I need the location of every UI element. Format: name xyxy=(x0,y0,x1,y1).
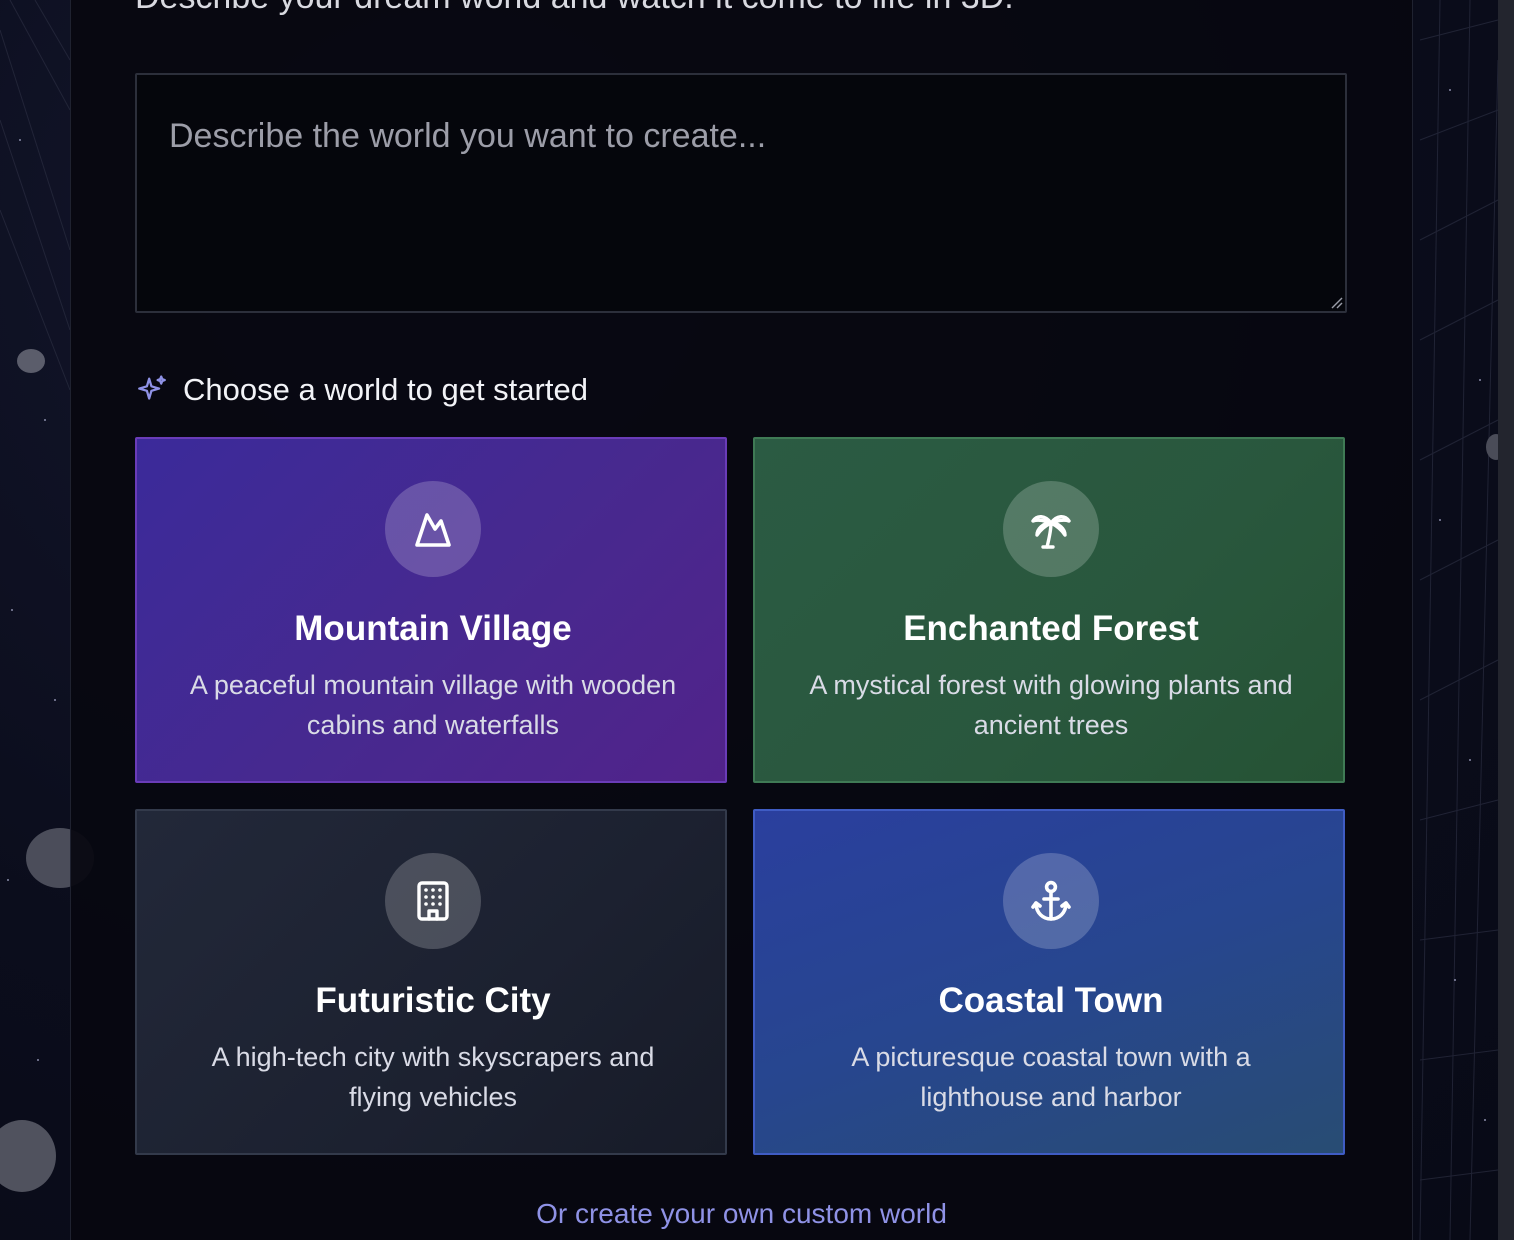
world-card-title: Futuristic City xyxy=(315,981,551,1020)
custom-world-link[interactable]: Or create your own custom world xyxy=(71,1198,1412,1230)
main-panel: Describe your dream world and watch it c… xyxy=(70,0,1413,1240)
section-title: Choose a world to get started xyxy=(183,372,588,407)
world-card-enchanted-forest[interactable]: Enchanted Forest A mystical forest with … xyxy=(753,437,1345,783)
building-icon xyxy=(417,881,449,921)
world-card-futuristic-city[interactable]: Futuristic City A high-tech city with sk… xyxy=(135,809,727,1155)
world-card-coastal-town[interactable]: Coastal Town A picturesque coastal town … xyxy=(753,809,1345,1155)
scrollbar-track[interactable] xyxy=(1498,0,1514,1240)
resize-handle-icon[interactable] xyxy=(1329,295,1343,309)
icon-badge xyxy=(385,853,481,949)
anchor-icon xyxy=(1031,880,1071,921)
mountain-icon xyxy=(415,513,451,547)
world-card-description: A peaceful mountain village with wooden … xyxy=(189,670,677,740)
palm-tree-icon xyxy=(1031,515,1071,549)
icon-badge xyxy=(385,481,481,577)
world-card-title: Enchanted Forest xyxy=(903,609,1199,648)
world-card-title: Mountain Village xyxy=(294,609,572,648)
world-card-title: Coastal Town xyxy=(938,981,1164,1020)
world-prompt-field[interactable] xyxy=(135,73,1347,313)
world-card-description: A mystical forest with glowing plants an… xyxy=(809,670,1293,740)
world-card-description: A picturesque coastal town with a lighth… xyxy=(851,1042,1251,1112)
world-card-mountain-village[interactable]: Mountain Village A peaceful mountain vil… xyxy=(135,437,727,783)
icon-badge xyxy=(1003,481,1099,577)
icon-badge xyxy=(1003,853,1099,949)
sparkles-icon xyxy=(138,375,166,400)
section-heading: Choose a world to get started xyxy=(135,370,588,410)
page-subtitle: Describe your dream world and watch it c… xyxy=(135,0,1014,17)
world-prompt-input[interactable] xyxy=(137,75,1345,311)
world-card-description: A high-tech city with skyscrapers and fl… xyxy=(211,1042,655,1112)
